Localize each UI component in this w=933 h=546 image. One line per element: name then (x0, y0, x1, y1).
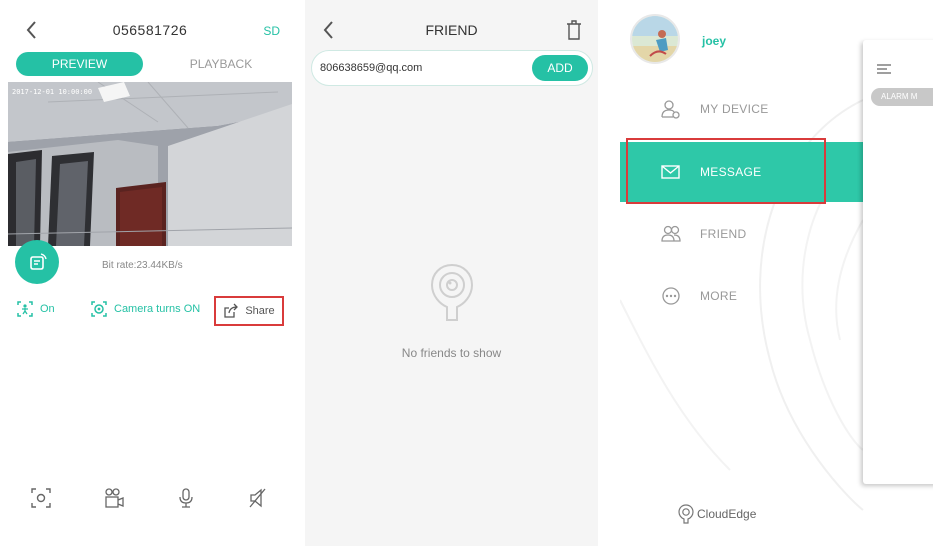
share-label: Share (245, 305, 275, 317)
device-id-title: 056581726 (112, 22, 188, 38)
share-icon (224, 303, 239, 318)
friend-header: FRIEND (305, 14, 598, 46)
hand-wave-icon (30, 253, 47, 270)
hamburger-menu-icon[interactable] (877, 64, 891, 74)
record-icon[interactable] (102, 486, 126, 510)
share-button[interactable]: Share (214, 296, 284, 326)
trash-icon[interactable] (566, 20, 582, 40)
menu-item-message[interactable]: MESSAGE (620, 142, 863, 202)
empty-state-text: No friends to show (401, 346, 502, 360)
alarm-message-chip[interactable]: ALARM M (871, 88, 933, 106)
bottom-toolbar (0, 482, 300, 514)
menu-label-friend: FRIEND (700, 227, 747, 241)
camera-power-toggle[interactable]: Camera turns ON (90, 300, 200, 318)
live-video-view[interactable]: 2017-12-01 10:00:00 (8, 82, 292, 246)
tab-preview[interactable]: PREVIEW (16, 52, 143, 76)
menu-label-message: MESSAGE (700, 165, 762, 179)
avatar-photo (632, 16, 678, 62)
microphone-icon[interactable] (174, 486, 198, 510)
user-device-icon (661, 100, 680, 119)
motion-detection-toggle[interactable]: On (16, 300, 55, 318)
menu-item-my-device[interactable]: MY DEVICE (620, 86, 863, 132)
motion-detect-icon (17, 301, 33, 317)
message-icon (661, 165, 680, 179)
tab-playback[interactable]: PLAYBACK (166, 52, 276, 76)
friends-icon (661, 225, 681, 242)
control-row: On Camera turns ON Share (0, 296, 300, 326)
sd-card-button[interactable]: SD (263, 24, 280, 38)
menu-item-more[interactable]: MORE (620, 273, 863, 319)
talk-button[interactable] (15, 240, 59, 284)
add-friend-bar: ADD (311, 50, 593, 86)
friend-account-input[interactable] (320, 53, 530, 83)
motion-detection-label: On (40, 303, 55, 315)
brand-name: CloudEdge (697, 507, 757, 521)
side-menu-screen: joey MY DEVICE MESSAGE FRIEND MORE Cloud… (620, 0, 933, 546)
avatar[interactable] (630, 14, 680, 64)
empty-camera-icon (430, 263, 474, 321)
brand-logo: CloudEdge (678, 504, 756, 524)
speaker-mute-icon[interactable] (246, 486, 270, 510)
camera-lens-icon (91, 301, 107, 317)
camera-power-label: Camera turns ON (114, 303, 201, 315)
add-friend-button[interactable]: ADD (532, 55, 588, 81)
friend-screen: FRIEND ADD No friends to show (305, 0, 598, 546)
camera-preview-screen: 056581726 SD PREVIEW PLAYBACK 2017-12-01… (0, 0, 300, 546)
menu-label-more: MORE (700, 289, 738, 303)
camera-feed-image (8, 82, 292, 246)
username: joey (702, 34, 727, 48)
page-title: FRIEND (425, 22, 478, 38)
main-content-peek[interactable]: ALARM M (863, 40, 933, 484)
bitrate-readout: Bit rate:23.44KB/s (102, 260, 183, 271)
preview-header: 056581726 SD (0, 14, 300, 48)
screenshot-icon[interactable] (29, 486, 53, 510)
menu-item-friend[interactable]: FRIEND (620, 211, 863, 257)
more-icon (662, 287, 680, 305)
mode-tabs: PREVIEW PLAYBACK (16, 52, 286, 76)
menu-label-my-device: MY DEVICE (700, 102, 769, 116)
cloudedge-logo-icon (678, 504, 694, 524)
video-timestamp: 2017-12-01 10:00:00 (12, 88, 93, 96)
